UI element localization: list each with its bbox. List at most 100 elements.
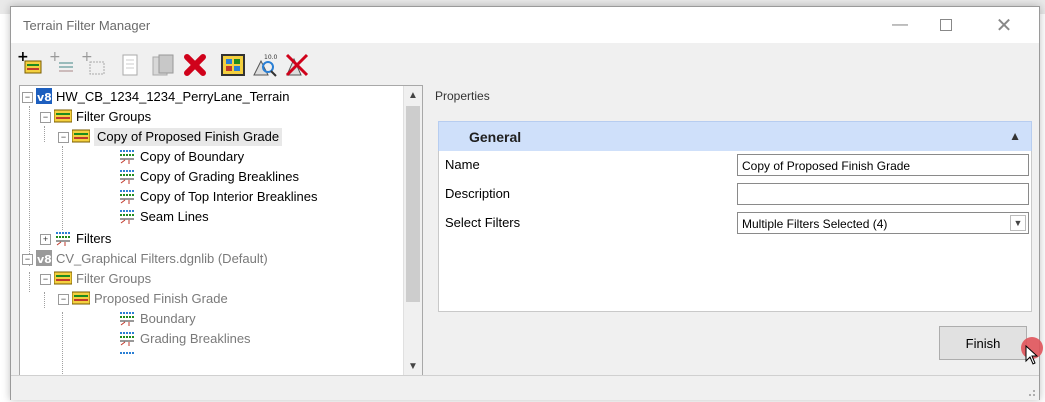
new-filter-button[interactable]: + xyxy=(49,51,79,79)
scroll-down-icon[interactable]: ▼ xyxy=(404,357,422,375)
general-section-body: Name Copy of Proposed Finish Grade Descr… xyxy=(438,151,1032,312)
general-section-title: General xyxy=(469,129,522,145)
terrain-filter-manager-window: Terrain Filter Manager — ✕ + + + 10.0 − … xyxy=(10,6,1043,400)
title-bar: Terrain Filter Manager — ✕ xyxy=(11,7,1039,43)
tree-item-label: Boundary xyxy=(140,311,196,326)
name-label: Name xyxy=(445,157,480,172)
filter-icon xyxy=(118,330,136,349)
svg-text:v8: v8 xyxy=(37,91,52,104)
tree-item-filters[interactable]: + Filters xyxy=(40,229,111,249)
paste-icon xyxy=(152,54,174,76)
terrain-filter-tree[interactable]: − v8 HW_CB_1234_1234_PerryLane_Terrain −… xyxy=(19,85,423,376)
tree-item-label: Filter Groups xyxy=(76,109,152,124)
svg-text:10.0: 10.0 xyxy=(264,54,278,61)
new-filter-icon: + xyxy=(49,51,73,72)
close-button[interactable]: ✕ xyxy=(981,7,1027,43)
properties-panel: Properties General ▲ Name Copy of Propos… xyxy=(425,85,1033,315)
tree-item-label: CV_Graphical Filters.dgnlib (Default) xyxy=(56,251,268,266)
expand-toggle-icon[interactable]: + xyxy=(40,233,51,245)
new-filter-group-button[interactable]: + xyxy=(17,51,47,79)
tree-item-filter-groups[interactable]: − Filter Groups xyxy=(40,107,151,127)
tree-item-partial[interactable] xyxy=(118,349,140,369)
tree-scrollbar[interactable]: ▲ ▼ xyxy=(403,86,422,375)
svg-text:+: + xyxy=(81,51,93,65)
name-field[interactable]: Copy of Proposed Finish Grade xyxy=(737,154,1029,176)
filter-icon xyxy=(118,168,136,187)
tree-item-perrylane-terrain[interactable]: − v8 HW_CB_1234_1234_PerryLane_Terrain xyxy=(22,87,289,107)
tree-item-label: Seam Lines xyxy=(140,209,209,224)
tree-item-label: Proposed Finish Grade xyxy=(94,291,228,306)
status-bar xyxy=(11,375,1039,400)
filter-group-icon xyxy=(53,109,73,126)
tree-item-label: Filters xyxy=(76,231,112,246)
filter-icon xyxy=(118,310,136,329)
general-section-header[interactable]: General ▲ xyxy=(438,121,1032,153)
maximize-icon xyxy=(940,19,952,31)
tree-item-copy-of-grading-breaklines[interactable]: Copy of Grading Breaklines xyxy=(118,167,299,187)
tree-item-label: Copy of Boundary xyxy=(140,149,245,164)
resize-grip-icon[interactable] xyxy=(1026,387,1036,397)
svg-text:+: + xyxy=(49,51,61,65)
select-all-button[interactable] xyxy=(219,51,249,79)
tree-item-copy-of-proposed-finish-grade[interactable]: − Copy of Proposed Finish Grade xyxy=(58,127,283,147)
filter-group-icon xyxy=(53,271,73,288)
collapse-toggle-icon[interactable]: − xyxy=(40,111,51,123)
delete-button[interactable] xyxy=(181,51,211,79)
svg-text:v8: v8 xyxy=(37,253,52,266)
window-title: Terrain Filter Manager xyxy=(23,18,151,33)
collapse-toggle-icon[interactable]: − xyxy=(58,293,69,305)
properties-label: Properties xyxy=(435,89,490,103)
tree-item-label: Copy of Grading Breaklines xyxy=(140,169,299,184)
scroll-up-icon[interactable]: ▲ xyxy=(404,86,422,104)
tree-item-filter-groups-default[interactable]: − Filter Groups xyxy=(40,269,151,289)
scroll-thumb[interactable] xyxy=(406,106,420,302)
select-filters-dropdown[interactable]: Multiple Filters Selected (4) ▼ xyxy=(737,212,1029,234)
collapse-toggle-icon[interactable]: − xyxy=(22,91,33,103)
clear-highlight-icon xyxy=(285,53,309,77)
zoom-terrain-icon: 10.0 xyxy=(253,54,278,77)
tree-item-grading-breaklines[interactable]: Grading Breaklines xyxy=(118,329,251,349)
collapse-toggle-icon[interactable]: − xyxy=(22,253,33,265)
tree-item-seam-lines[interactable]: Seam Lines xyxy=(118,207,209,227)
filter-group-icon xyxy=(71,291,91,308)
filter-icon xyxy=(118,208,136,227)
tree-item-copy-of-boundary[interactable]: Copy of Boundary xyxy=(118,147,244,167)
tree-item-boundary[interactable]: Boundary xyxy=(118,309,196,329)
v8-file-icon: v8 xyxy=(36,87,52,107)
new-filter-group-icon: + xyxy=(17,51,42,74)
zoom-terrain-button[interactable]: 10.0 xyxy=(251,51,281,79)
minimize-button[interactable]: — xyxy=(877,7,923,43)
mouse-pointer-icon xyxy=(1025,345,1039,365)
maximize-button[interactable] xyxy=(923,7,969,43)
chevron-up-icon[interactable]: ▲ xyxy=(1009,129,1021,143)
tree-item-proposed-finish-grade[interactable]: − Proposed Finish Grade xyxy=(58,289,228,309)
select-all-icon xyxy=(221,54,245,76)
collapse-toggle-icon[interactable]: − xyxy=(58,131,69,143)
finish-button[interactable]: Finish xyxy=(939,326,1027,360)
v8-file-icon: v8 xyxy=(36,249,52,269)
paste-button[interactable] xyxy=(149,51,179,79)
filter-icon xyxy=(54,230,72,249)
tree-item-label: Copy of Proposed Finish Grade xyxy=(94,128,283,146)
select-filters-value: Multiple Filters Selected (4) xyxy=(742,217,888,231)
clear-highlight-button[interactable] xyxy=(283,51,313,79)
finish-label: Finish xyxy=(965,335,1001,351)
collapse-toggle-icon[interactable]: − xyxy=(40,273,51,285)
filter-icon xyxy=(118,188,136,207)
tree-item-cv-graphical-filters[interactable]: − v8 CV_Graphical Filters.dgnlib (Defaul… xyxy=(22,249,268,269)
copy-button[interactable] xyxy=(117,51,147,79)
tree-item-label: HW_CB_1234_1234_PerryLane_Terrain xyxy=(56,89,290,104)
tree-item-label: Filter Groups xyxy=(76,271,152,286)
new-empty-item-button[interactable]: + xyxy=(81,51,111,79)
filter-icon xyxy=(118,350,136,369)
toolbar: + + + 10.0 xyxy=(11,43,1039,85)
copy-icon xyxy=(122,54,138,76)
select-filters-label: Select Filters xyxy=(445,215,521,230)
chevron-down-icon[interactable]: ▼ xyxy=(1010,215,1026,231)
description-field[interactable] xyxy=(737,183,1029,205)
description-label: Description xyxy=(445,186,511,201)
filter-icon xyxy=(118,148,136,167)
minimize-icon: — xyxy=(892,16,908,33)
tree-item-copy-of-top-interior-breaklines[interactable]: Copy of Top Interior Breaklines xyxy=(118,187,318,207)
close-icon: ✕ xyxy=(995,14,1013,37)
